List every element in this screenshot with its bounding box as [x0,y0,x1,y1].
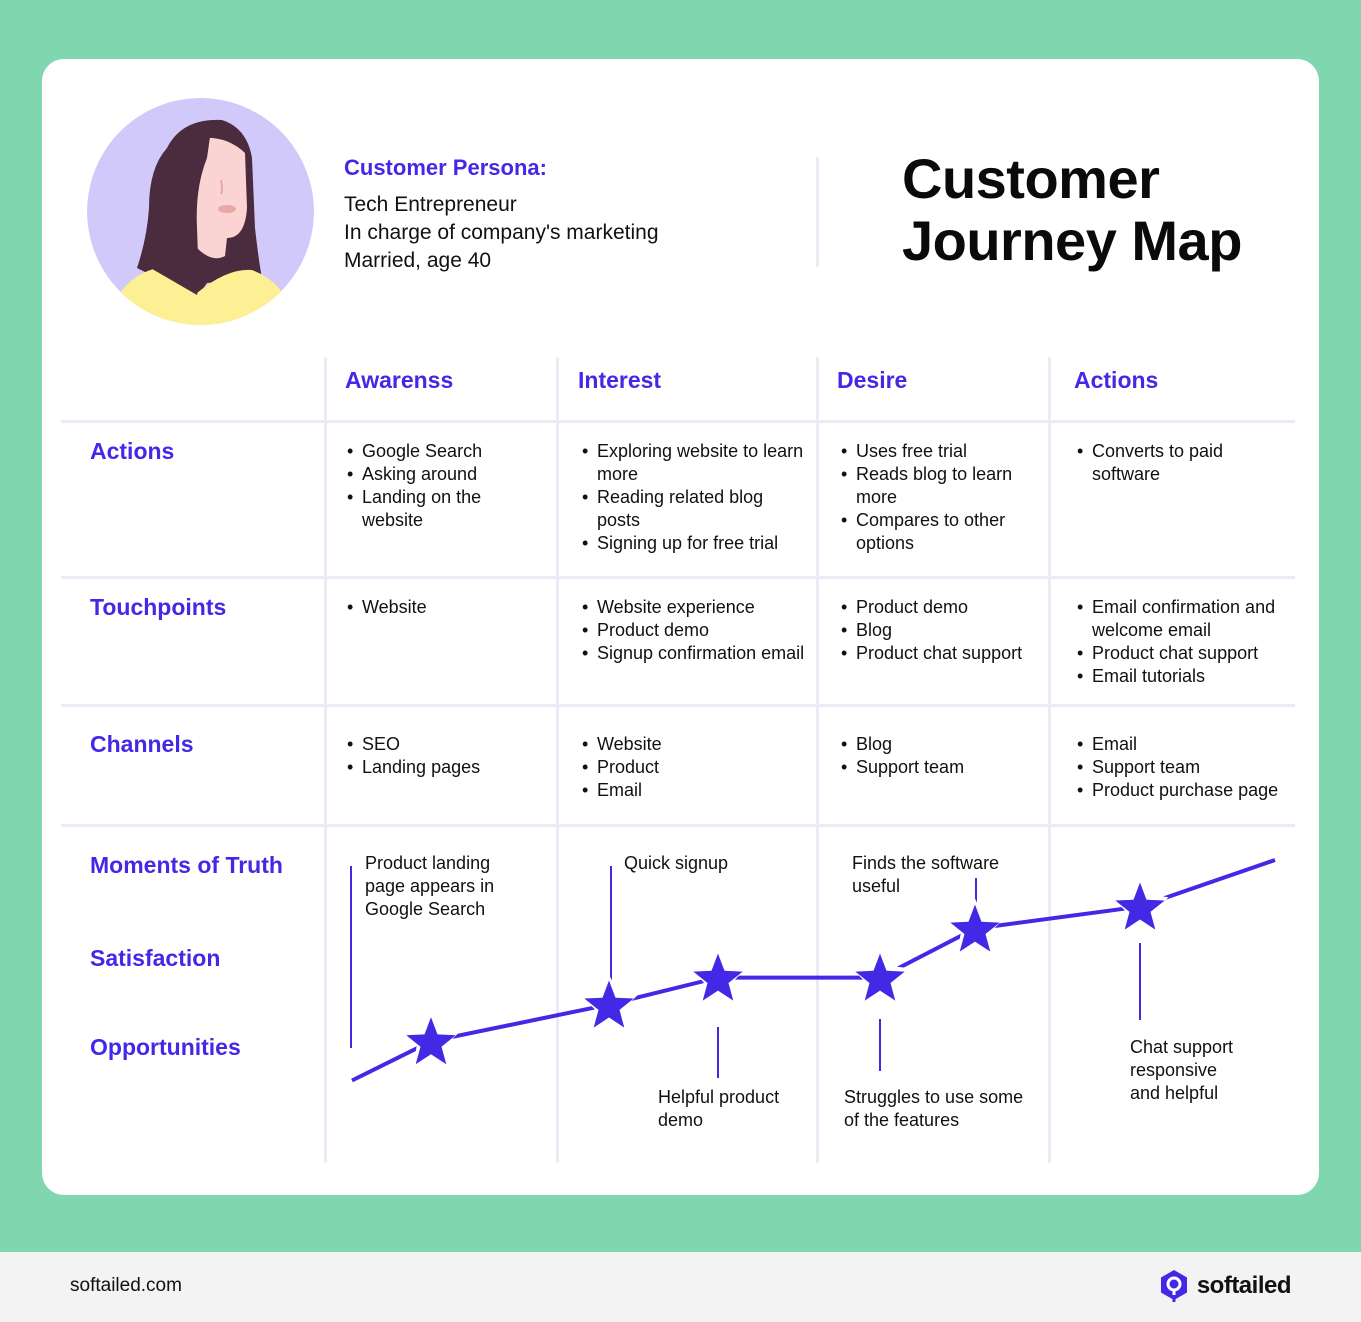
footer: softailed.com softailed [0,1252,1361,1322]
satisfaction-chart [350,858,1276,1083]
softailed-logo-icon [1160,1270,1187,1302]
brand-logo[interactable]: softailed [1159,1269,1292,1303]
footer-url[interactable]: softailed.com [70,1275,182,1297]
star-marker [855,953,905,1001]
brand-name: softailed [1196,1272,1292,1299]
star-marker [693,953,743,1001]
star-marker [1115,882,1165,930]
star-marker [950,904,1000,952]
star-marker [406,1017,456,1065]
star-marker [584,980,634,1028]
